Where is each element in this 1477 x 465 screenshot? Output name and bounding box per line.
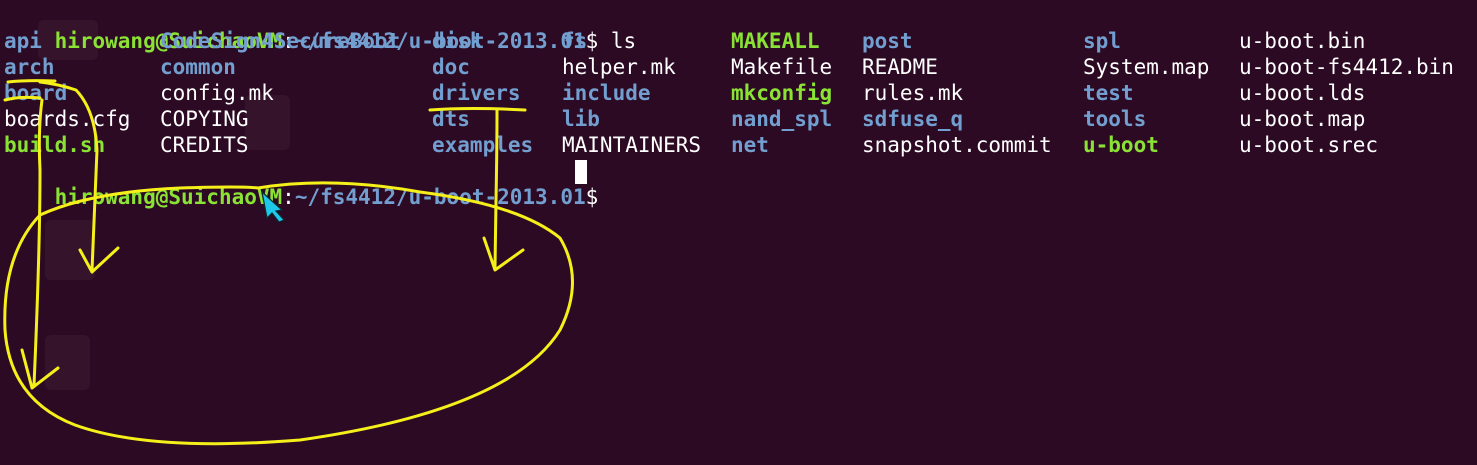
ls-entry: CREDITS — [160, 133, 249, 157]
ls-entry: COPYING — [160, 107, 249, 131]
ls-entry: include — [562, 81, 651, 105]
prompt-line-1: hirowang@SuichaoVM:~/fs4412/u-boot-2013.… — [4, 2, 637, 53]
ls-entry: net — [731, 133, 769, 157]
ls-entry: u-boot.lds — [1239, 81, 1366, 105]
ls-entry: sdfuse_q — [862, 107, 964, 131]
ls-entry: u-boot.bin — [1239, 29, 1366, 53]
ls-entry: post — [862, 29, 913, 53]
ls-entry: dts — [432, 107, 470, 131]
prompt-path: ~/fs4412/u-boot-2013.01 — [294, 185, 586, 209]
ls-entry: board — [4, 81, 68, 105]
ls-entry: u-boot.map — [1239, 107, 1366, 131]
ls-entry: arch — [4, 55, 55, 79]
ls-entry: Makefile — [731, 55, 833, 79]
input-area[interactable] — [598, 185, 611, 209]
ls-entry: examples — [432, 133, 534, 157]
ls-entry: build.sh — [4, 133, 106, 157]
ls-entry: MAKEALL — [731, 29, 820, 53]
ls-entry: common — [160, 55, 236, 79]
ls-entry: doc — [432, 55, 470, 79]
ls-entry: u-boot — [1083, 133, 1159, 157]
ls-entry: lib — [562, 107, 600, 131]
ls-entry: u-boot.srec — [1239, 133, 1379, 157]
arrowhead-drivers — [482, 236, 525, 272]
ls-entry: README — [862, 55, 938, 79]
terminal-window[interactable]: hirowang@SuichaoVM:~/fs4412/u-boot-2013.… — [0, 0, 1477, 465]
ls-entry: test — [1083, 81, 1134, 105]
ls-entry: u-boot-fs4412.bin — [1239, 55, 1454, 79]
desktop-ghost-icon — [45, 220, 95, 280]
command-text: ls — [598, 29, 637, 53]
ls-entry: MAINTAINERS — [562, 133, 702, 157]
ls-entry: helper.mk — [562, 55, 676, 79]
ls-entry: drivers — [432, 81, 521, 105]
ls-entry: disk — [432, 29, 483, 53]
prompt-user-host: hirowang@SuichaoVM — [54, 185, 283, 209]
ls-entry: fs — [562, 29, 588, 53]
prompt-dollar: $ — [585, 29, 599, 53]
ls-entry: tools — [1083, 107, 1147, 131]
ls-entry: snapshot.commit — [862, 133, 1052, 157]
prompt-colon: : — [282, 185, 295, 209]
ls-entry: nand_spl — [731, 107, 833, 131]
ls-entry: mkconfig — [731, 81, 833, 105]
ls-entry: api — [4, 29, 42, 53]
ls-entry: config.mk — [160, 81, 274, 105]
ls-entry: boards.cfg — [4, 107, 131, 131]
desktop-ghost-icon — [45, 335, 90, 390]
text-cursor — [575, 160, 587, 184]
ls-entry: spl — [1083, 29, 1121, 53]
ls-entry: System.map — [1083, 55, 1210, 79]
ls-entry: rules.mk — [862, 81, 964, 105]
prompt-line-2[interactable]: hirowang@SuichaoVM:~/fs4412/u-boot-2013.… — [4, 158, 611, 209]
ls-entry: CodeSign4SecureBoot — [160, 29, 401, 53]
prompt-dollar: $ — [585, 185, 599, 209]
